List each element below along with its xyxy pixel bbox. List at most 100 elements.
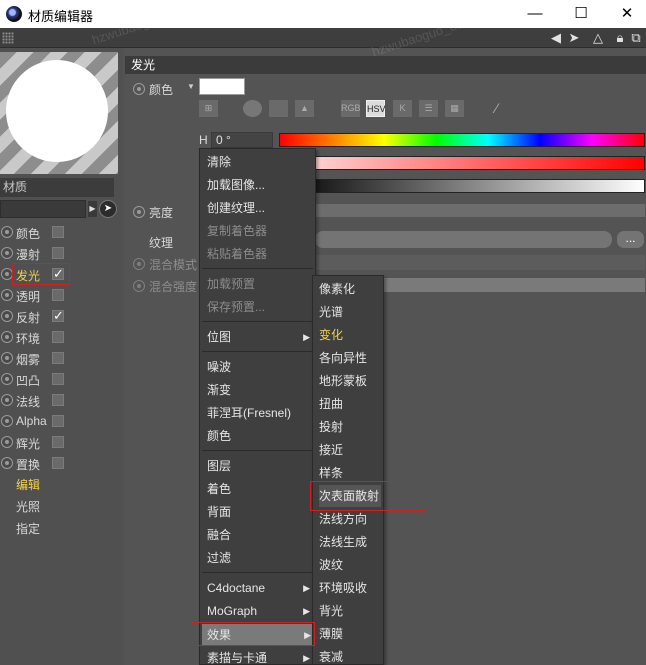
lock-icon[interactable]: 🔒︎ xyxy=(612,30,628,46)
channel-radio[interactable] xyxy=(1,457,13,469)
submenu-item[interactable]: 各向异性 xyxy=(319,347,381,369)
sub-item-assign[interactable]: 指定 xyxy=(16,520,40,537)
kelvin-mode-button[interactable]: K xyxy=(393,100,412,117)
menu-item[interactable]: 清除 xyxy=(207,151,312,173)
channel-radio[interactable] xyxy=(1,373,13,385)
triangle-icon[interactable]: △ xyxy=(590,30,606,46)
picker-icon[interactable]: ⊞ xyxy=(199,100,218,117)
menu-item[interactable]: 过滤 xyxy=(207,547,312,569)
menu-item[interactable]: 位图 ▶ xyxy=(207,326,312,348)
rgb-mode-button[interactable]: RGB xyxy=(341,100,361,117)
pointer-pick-icon[interactable]: ➤ xyxy=(99,200,117,218)
back-arrow-icon[interactable]: ◀ xyxy=(548,30,564,46)
submenu-item[interactable]: 投射 xyxy=(319,416,381,438)
brightness-slider[interactable] xyxy=(315,204,645,217)
play-arrow-icon[interactable]: ▶ xyxy=(88,201,97,217)
channel-checkbox[interactable] xyxy=(52,457,64,469)
channel-checkbox[interactable] xyxy=(52,373,64,385)
texture-browse-button[interactable]: ... xyxy=(617,231,644,248)
menu-item[interactable]: 着色 xyxy=(207,478,312,500)
channel-row[interactable]: 颜色 xyxy=(0,222,118,243)
menu-item[interactable]: 菲涅耳(Fresnel) xyxy=(207,402,312,424)
chevron-down-icon[interactable]: ▼ xyxy=(187,82,195,91)
channel-row[interactable]: 反射 ✓ xyxy=(0,306,118,327)
blend-mode-radio[interactable] xyxy=(133,258,145,270)
material-name-field[interactable] xyxy=(0,200,86,218)
channel-row[interactable]: 辉光 xyxy=(0,432,118,453)
submenu-item[interactable]: 法线方向 xyxy=(319,508,381,530)
menu-item[interactable]: 背面 xyxy=(207,501,312,523)
submenu-item[interactable]: 地形蒙板 xyxy=(319,370,381,392)
submenu-item[interactable]: 光谱 xyxy=(319,301,381,323)
channel-row[interactable]: 漫射 xyxy=(0,243,118,264)
submenu-item[interactable]: 变化 xyxy=(319,324,381,346)
menu-item[interactable]: 加载图像... xyxy=(207,174,312,196)
channel-checkbox[interactable] xyxy=(52,394,64,406)
submenu-item[interactable]: 接近 xyxy=(319,439,381,461)
submenu-item[interactable]: 薄膜 xyxy=(319,623,381,645)
channel-checkbox[interactable]: ✓ xyxy=(52,309,64,322)
menu-item[interactable]: 融合 xyxy=(207,524,312,546)
image-icon[interactable]: ▲ xyxy=(295,100,314,117)
channel-radio[interactable] xyxy=(1,289,13,301)
channel-row[interactable]: Alpha xyxy=(0,411,118,432)
channel-checkbox[interactable] xyxy=(52,247,64,259)
menu-item[interactable]: 噪波 xyxy=(207,356,312,378)
menu-item[interactable]: 图层 xyxy=(207,455,312,477)
menu-item[interactable]: 创建纹理... xyxy=(207,197,312,219)
submenu-item[interactable]: 波纹 xyxy=(319,554,381,576)
channel-checkbox[interactable] xyxy=(52,415,64,427)
sub-item-illumination[interactable]: 光照 xyxy=(16,498,40,515)
sliders-icon[interactable]: ☰ xyxy=(419,100,438,117)
h-value-field[interactable]: 0 ° xyxy=(211,132,273,148)
channel-row[interactable]: 烟雾 xyxy=(0,348,118,369)
close-button[interactable]: ✕ xyxy=(612,2,642,26)
channel-radio[interactable] xyxy=(1,226,13,238)
menu-item[interactable]: MoGraph ▶ xyxy=(207,600,312,622)
channel-row[interactable]: 置换 xyxy=(0,453,118,474)
menu-item[interactable]: 加载预置 xyxy=(207,273,312,295)
texture-field[interactable] xyxy=(315,231,612,248)
maximize-button[interactable]: ☐ xyxy=(566,2,596,26)
blend-strength-radio[interactable] xyxy=(133,280,145,292)
menu-item[interactable]: 复制着色器 xyxy=(207,220,312,242)
submenu-item[interactable]: 背光 xyxy=(319,600,381,622)
channel-radio[interactable] xyxy=(1,331,13,343)
channel-checkbox[interactable] xyxy=(52,226,64,238)
channel-radio[interactable] xyxy=(1,352,13,364)
channel-row[interactable]: 凹凸 xyxy=(0,369,118,390)
channel-radio[interactable] xyxy=(1,436,13,448)
color-radio[interactable] xyxy=(133,83,145,95)
submenu-item[interactable]: 衰减 xyxy=(319,646,381,665)
channel-row[interactable]: 法线 xyxy=(0,390,118,411)
channel-checkbox[interactable] xyxy=(52,331,64,343)
value-slider[interactable] xyxy=(279,179,645,193)
material-preview[interactable] xyxy=(0,52,118,174)
submenu-item[interactable]: 扭曲 xyxy=(319,393,381,415)
spectrum-icon[interactable] xyxy=(269,100,288,117)
menu-item[interactable]: 保存预置... xyxy=(207,296,312,318)
submenu-item[interactable]: 像素化 xyxy=(319,278,381,300)
submenu-item[interactable]: 环境吸收 xyxy=(319,577,381,599)
blend-mode-dropdown[interactable] xyxy=(315,255,645,270)
channel-radio[interactable] xyxy=(1,394,13,406)
new-window-icon[interactable]: ⧉ xyxy=(628,30,644,46)
channel-radio[interactable] xyxy=(1,415,13,427)
channel-row[interactable]: 透明 xyxy=(0,285,118,306)
menu-item[interactable]: C4doctane ▶ xyxy=(207,577,312,599)
swatches-icon[interactable]: ▦ xyxy=(445,100,464,117)
grip-handle-icon[interactable] xyxy=(2,32,14,44)
sub-item-edit[interactable]: 编辑 xyxy=(16,476,40,493)
menu-item[interactable]: 粘贴着色器 xyxy=(207,243,312,265)
channel-checkbox[interactable] xyxy=(52,352,64,364)
cursor-icon[interactable]: ➤ xyxy=(566,30,582,46)
color-wheel-icon[interactable] xyxy=(243,100,262,117)
channel-radio[interactable] xyxy=(1,247,13,259)
minimize-button[interactable]: — xyxy=(520,2,550,26)
saturation-slider[interactable] xyxy=(279,156,645,170)
hue-slider[interactable] xyxy=(279,133,645,147)
eyedropper-icon[interactable]: ⁄ xyxy=(487,100,506,117)
channel-row[interactable]: 环境 xyxy=(0,327,118,348)
menu-item[interactable]: 素描与卡通 ▶ xyxy=(207,647,312,665)
hsv-mode-button[interactable]: HSV xyxy=(366,100,386,117)
